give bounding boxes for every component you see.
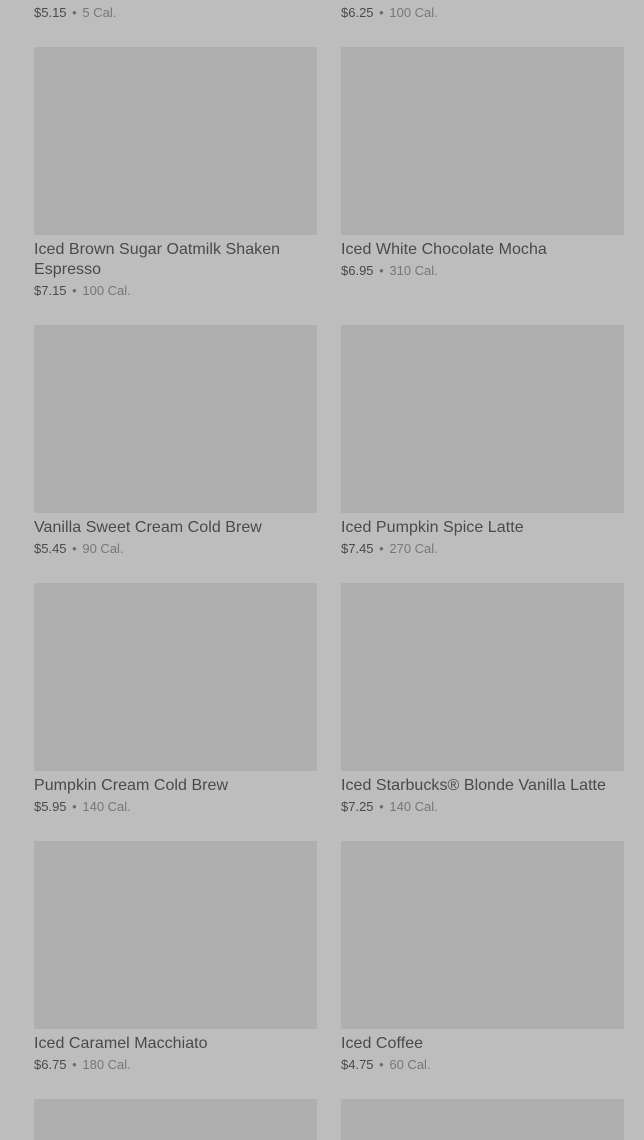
product-image <box>34 325 317 513</box>
price-calories: $7.15 • 100 Cal. <box>34 282 317 300</box>
price-calories: $6.25 • 100 Cal. <box>341 4 624 22</box>
calories: 270 Cal. <box>389 541 438 556</box>
product-image <box>34 47 317 235</box>
product-image <box>341 325 624 513</box>
calories: 100 Cal. <box>82 283 131 298</box>
price-calories: $7.25 • 140 Cal. <box>341 798 624 816</box>
product-name: Vanilla Sweet Cream Cold Brew <box>34 519 262 536</box>
price: $5.15 <box>34 5 67 20</box>
product-name: Pumpkin Cream Cold Brew <box>34 777 229 794</box>
menu-item-card[interactable]: Iced White Chocolate Mocha $6.95 • 310 C… <box>341 47 624 280</box>
calories: 5 Cal. <box>82 5 117 20</box>
price: $6.75 <box>34 1057 67 1072</box>
calories: 310 Cal. <box>389 263 438 278</box>
calories: 140 Cal. <box>82 799 131 814</box>
product-name: Iced Coffee <box>341 1035 424 1052</box>
calories: 140 Cal. <box>389 799 438 814</box>
price-calories: $6.75 • 180 Cal. <box>34 1056 317 1074</box>
calories: 100 Cal. <box>389 5 438 20</box>
separator-dot: • <box>72 541 77 556</box>
product-image <box>341 1099 624 1140</box>
menu-item-card[interactable]: Pumpkin Cream Cold Brew $5.95 • 140 Cal. <box>34 583 317 816</box>
price-calories: $4.75 • 60 Cal. <box>341 1056 624 1074</box>
price: $5.45 <box>34 541 67 556</box>
separator-dot: • <box>72 799 77 814</box>
separator-dot: • <box>72 1057 77 1072</box>
product-image <box>34 1099 317 1140</box>
price: $6.25 <box>341 5 374 20</box>
separator-dot: • <box>72 283 77 298</box>
price: $7.45 <box>341 541 374 556</box>
menu-item-card[interactable]: $6.25 • 100 Cal. <box>341 4 624 22</box>
menu-item-card[interactable]: $5.15 • 5 Cal. <box>34 4 317 22</box>
menu-item-card[interactable]: Iced Pumpkin Spice Latte $7.45 • 270 Cal… <box>341 325 624 558</box>
menu-item-card[interactable]: Iced Brown Sugar Oatmilk Shaken Espresso… <box>34 47 317 300</box>
price-calories: $5.95 • 140 Cal. <box>34 798 317 816</box>
separator-dot: • <box>379 1057 384 1072</box>
product-name: Iced Starbucks® Blonde Vanilla Latte <box>341 777 607 794</box>
price-calories: $7.45 • 270 Cal. <box>341 540 624 558</box>
product-image <box>34 583 317 771</box>
product-name: Iced Caramel Macchiato <box>34 1035 208 1052</box>
separator-dot: • <box>379 263 384 278</box>
separator-dot: • <box>72 5 77 20</box>
price: $7.25 <box>341 799 374 814</box>
price: $4.75 <box>341 1057 374 1072</box>
calories: 180 Cal. <box>82 1057 131 1072</box>
calories: 90 Cal. <box>82 541 124 556</box>
menu-item-card[interactable]: Vanilla Sweet Cream Cold Brew $5.45 • 90… <box>34 325 317 558</box>
price: $5.95 <box>34 799 67 814</box>
separator-dot: • <box>379 541 384 556</box>
menu-item-card[interactable]: Iced Starbucks® Blonde Vanilla Latte $7.… <box>341 583 624 816</box>
menu-grid: $5.15 • 5 Cal. $6.25 • 100 Cal. Iced Bro… <box>0 0 644 1140</box>
price-calories: $6.95 • 310 Cal. <box>341 262 624 280</box>
price-calories: $5.45 • 90 Cal. <box>34 540 317 558</box>
product-image <box>341 583 624 771</box>
product-name: Iced Brown Sugar Oatmilk Shaken Espresso <box>34 241 281 278</box>
product-name: Iced Pumpkin Spice Latte <box>341 519 524 536</box>
separator-dot: • <box>379 799 384 814</box>
product-name: Iced White Chocolate Mocha <box>341 241 547 258</box>
menu-item-card[interactable] <box>34 1099 317 1140</box>
calories: 60 Cal. <box>389 1057 431 1072</box>
menu-item-card[interactable]: Iced Coffee $4.75 • 60 Cal. <box>341 841 624 1074</box>
product-image <box>341 47 624 235</box>
menu-item-card[interactable] <box>341 1099 624 1140</box>
menu-item-card[interactable]: Iced Caramel Macchiato $6.75 • 180 Cal. <box>34 841 317 1074</box>
separator-dot: • <box>379 5 384 20</box>
price: $6.95 <box>341 263 374 278</box>
price-calories: $5.15 • 5 Cal. <box>34 4 317 22</box>
price: $7.15 <box>34 283 67 298</box>
product-image <box>341 841 624 1029</box>
product-image <box>34 841 317 1029</box>
